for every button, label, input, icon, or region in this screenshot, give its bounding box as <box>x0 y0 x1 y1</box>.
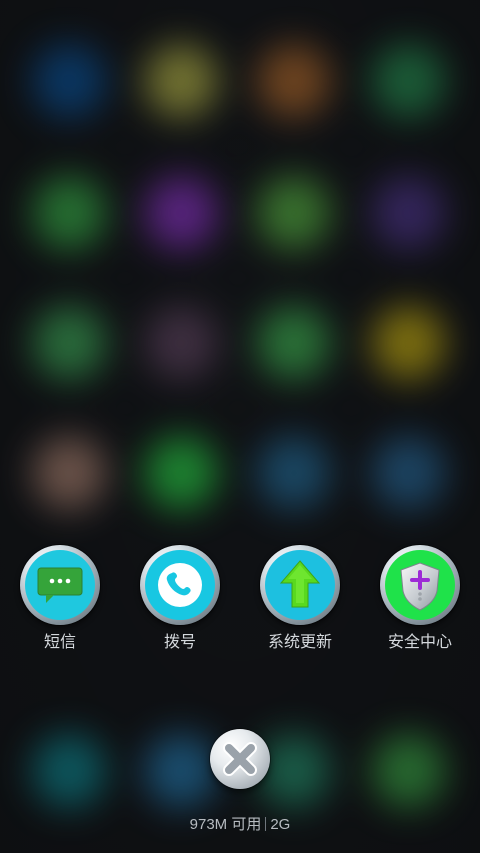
shortcut-label: 安全中心 <box>387 632 452 651</box>
recent-apps-screen: 短信 拨号 系统更新 安全中心 973M 可用 2G <box>0 0 480 853</box>
shield-icon <box>400 562 440 611</box>
shortcut-icon-frame <box>260 545 340 625</box>
memory-separator <box>265 817 267 831</box>
dialer-icon-background <box>145 550 215 620</box>
update-arrow-icon <box>279 560 321 608</box>
shortcut-label: 拨号 <box>163 632 196 651</box>
close-icon <box>223 742 257 776</box>
messages-icon-background <box>25 550 95 620</box>
message-icon <box>37 567 83 603</box>
shortcut-dialer[interactable]: 拨号 <box>120 545 240 665</box>
memory-status: 973M 可用 2G <box>0 816 480 834</box>
shortcut-icon-frame <box>380 545 460 625</box>
phone-icon <box>158 563 202 607</box>
shortcut-label: 系统更新 <box>267 632 332 651</box>
system-update-icon-background <box>265 550 335 620</box>
shortcut-icon-frame <box>140 545 220 625</box>
memory-total: 2G <box>270 816 291 833</box>
security-center-icon-background <box>385 550 455 620</box>
shortcut-security-center[interactable]: 安全中心 <box>360 545 480 665</box>
shortcut-label: 短信 <box>43 632 76 651</box>
shortcut-system-update[interactable]: 系统更新 <box>240 545 360 665</box>
background-shade <box>0 0 480 853</box>
shortcut-icon-frame <box>20 545 100 625</box>
clear-recent-apps-button[interactable] <box>210 729 270 789</box>
memory-available: 973M 可用 <box>189 816 262 833</box>
quick-shortcuts-row: 短信 拨号 系统更新 安全中心 <box>0 545 480 665</box>
shortcut-messages[interactable]: 短信 <box>0 545 120 665</box>
